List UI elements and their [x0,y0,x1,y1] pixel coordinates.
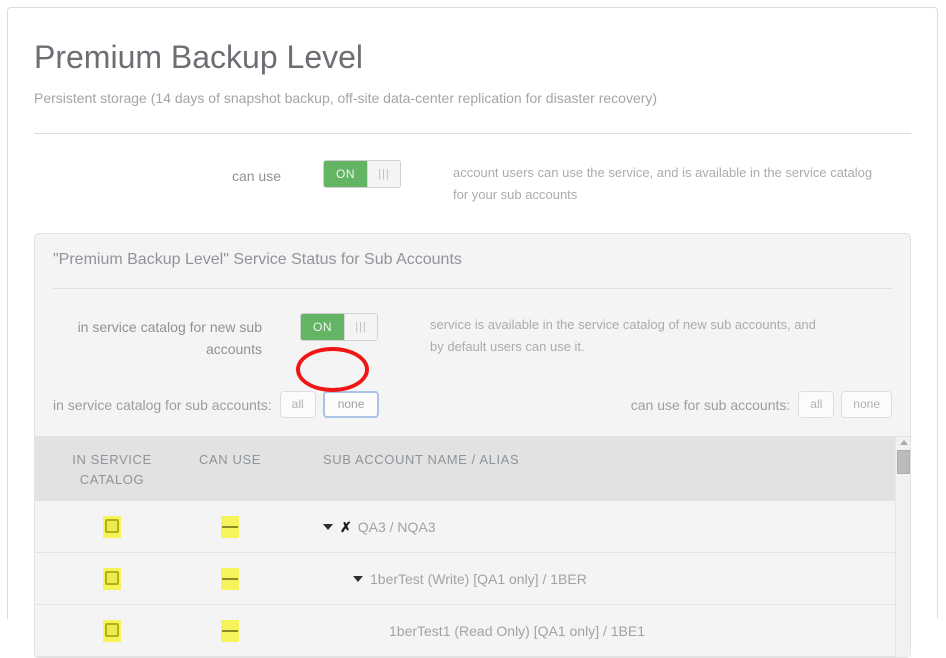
grip-icon: ||| [378,167,390,180]
canuse-all-button[interactable]: all [798,391,835,418]
toggle-on-label: ON [324,161,367,187]
cell-can-use[interactable] [167,515,293,538]
can-use-description: account users can use the service, and i… [453,165,873,202]
new-sub-catalog-description: service is available in the service cata… [430,317,816,354]
cell-sub-account-name: ✗ QA3 / NQA3 [293,517,910,537]
bulk-action-bar: in service catalog for sub accounts: all… [35,360,910,418]
sub-account-name-wrap: 1berTest1 (Read Only) [QA1 only] / 1BE1 [323,621,910,641]
can-use-row: can use ON ||| account users can use the… [34,134,911,206]
indeterminate-icon [222,629,238,632]
checkbox-square-icon [105,570,119,585]
chevron-down-icon[interactable] [323,523,333,530]
catalog-state-checkbox[interactable] [103,567,121,590]
cell-in-service-catalog[interactable] [35,619,167,642]
catalog-state-checkbox[interactable] [103,515,121,538]
grip-icon: ||| [355,320,367,333]
indeterminate-icon [222,577,238,580]
column-header-in-service-catalog: IN SERVICE CATALOG [72,452,152,487]
column-header-can-use: CAN USE [199,452,261,467]
catalog-bulk-group: in service catalog for sub accounts: all… [53,391,380,418]
new-sub-catalog-label: in service catalog for new sub accounts [77,319,262,357]
cell-can-use[interactable] [167,567,293,590]
toggle-on-label: ON [301,314,344,340]
catalog-bulk-label: in service catalog for sub accounts: [53,396,272,413]
cell-in-service-catalog[interactable] [35,515,167,538]
table-row[interactable]: 1berTest1 (Read Only) [QA1 only] / 1BE1 [35,605,910,657]
table-row[interactable]: ✗ QA3 / NQA3 [35,501,910,553]
canuse-none-button[interactable]: none [841,391,892,418]
checkbox-square-icon [105,518,119,533]
can-use-toggle[interactable]: ON ||| [323,160,401,188]
can-use-label: can use [231,168,281,184]
settings-card: Premium Backup Level Persistent storage … [7,7,938,658]
can-use-state-checkbox[interactable] [221,515,239,538]
x-mark-icon: ✗ [340,518,352,535]
toggle-handle[interactable]: ||| [344,314,377,340]
sub-account-name-label: 1berTest (Write) [QA1 only] / 1BER [370,570,587,587]
scrollbar-thumb[interactable] [897,450,910,474]
new-sub-catalog-toggle[interactable]: ON ||| [300,313,378,341]
canuse-bulk-label: can use for sub accounts: [630,396,791,413]
catalog-none-button[interactable]: none [322,391,380,418]
scroll-up-icon[interactable] [900,440,908,445]
sub-account-name-label: 1berTest1 (Read Only) [QA1 only] / 1BE1 [389,622,646,639]
catalog-all-button[interactable]: all [279,391,316,418]
table-body: ✗ QA3 / NQA3 1berTest (Write) [QA1 only] /… [35,501,910,657]
table-scrollbar[interactable] [895,437,910,657]
cell-in-service-catalog[interactable] [35,567,167,590]
sub-account-name-label: QA3 / NQA3 [357,518,436,535]
sub-accounts-table: IN SERVICE CATALOG CAN USE SUB ACCOUNT N… [35,436,910,657]
cell-sub-account-name: 1berTest1 (Read Only) [QA1 only] / 1BE1 [293,621,910,641]
chevron-down-icon[interactable] [353,575,363,582]
sub-accounts-panel: "Premium Backup Level" Service Status fo… [34,233,911,658]
table-row[interactable]: 1berTest (Write) [QA1 only] / 1BER [35,553,910,605]
page-subtitle: Persistent storage (14 days of snapshot … [34,90,658,106]
sub-panel-title: "Premium Backup Level" Service Status fo… [53,251,462,268]
catalog-state-checkbox[interactable] [103,619,121,642]
checkbox-square-icon [105,622,119,637]
indeterminate-icon [222,525,238,528]
cell-sub-account-name: 1berTest (Write) [QA1 only] / 1BER [293,569,910,589]
toggle-handle[interactable]: ||| [367,161,400,187]
sub-account-name-wrap: ✗ QA3 / NQA3 [323,517,910,537]
column-header-sub-account-name: SUB ACCOUNT NAME / ALIAS [323,452,520,467]
page-title: Premium Backup Level [34,39,364,75]
sub-account-name-wrap: 1berTest (Write) [QA1 only] / 1BER [323,569,910,589]
new-sub-catalog-row: in service catalog for new sub accounts … [35,289,910,360]
table-header-row: IN SERVICE CATALOG CAN USE SUB ACCOUNT N… [35,437,910,501]
canuse-bulk-group: can use for sub accounts: all none [631,391,892,418]
can-use-state-checkbox[interactable] [221,567,239,590]
cell-can-use[interactable] [167,619,293,642]
can-use-state-checkbox[interactable] [221,619,239,642]
